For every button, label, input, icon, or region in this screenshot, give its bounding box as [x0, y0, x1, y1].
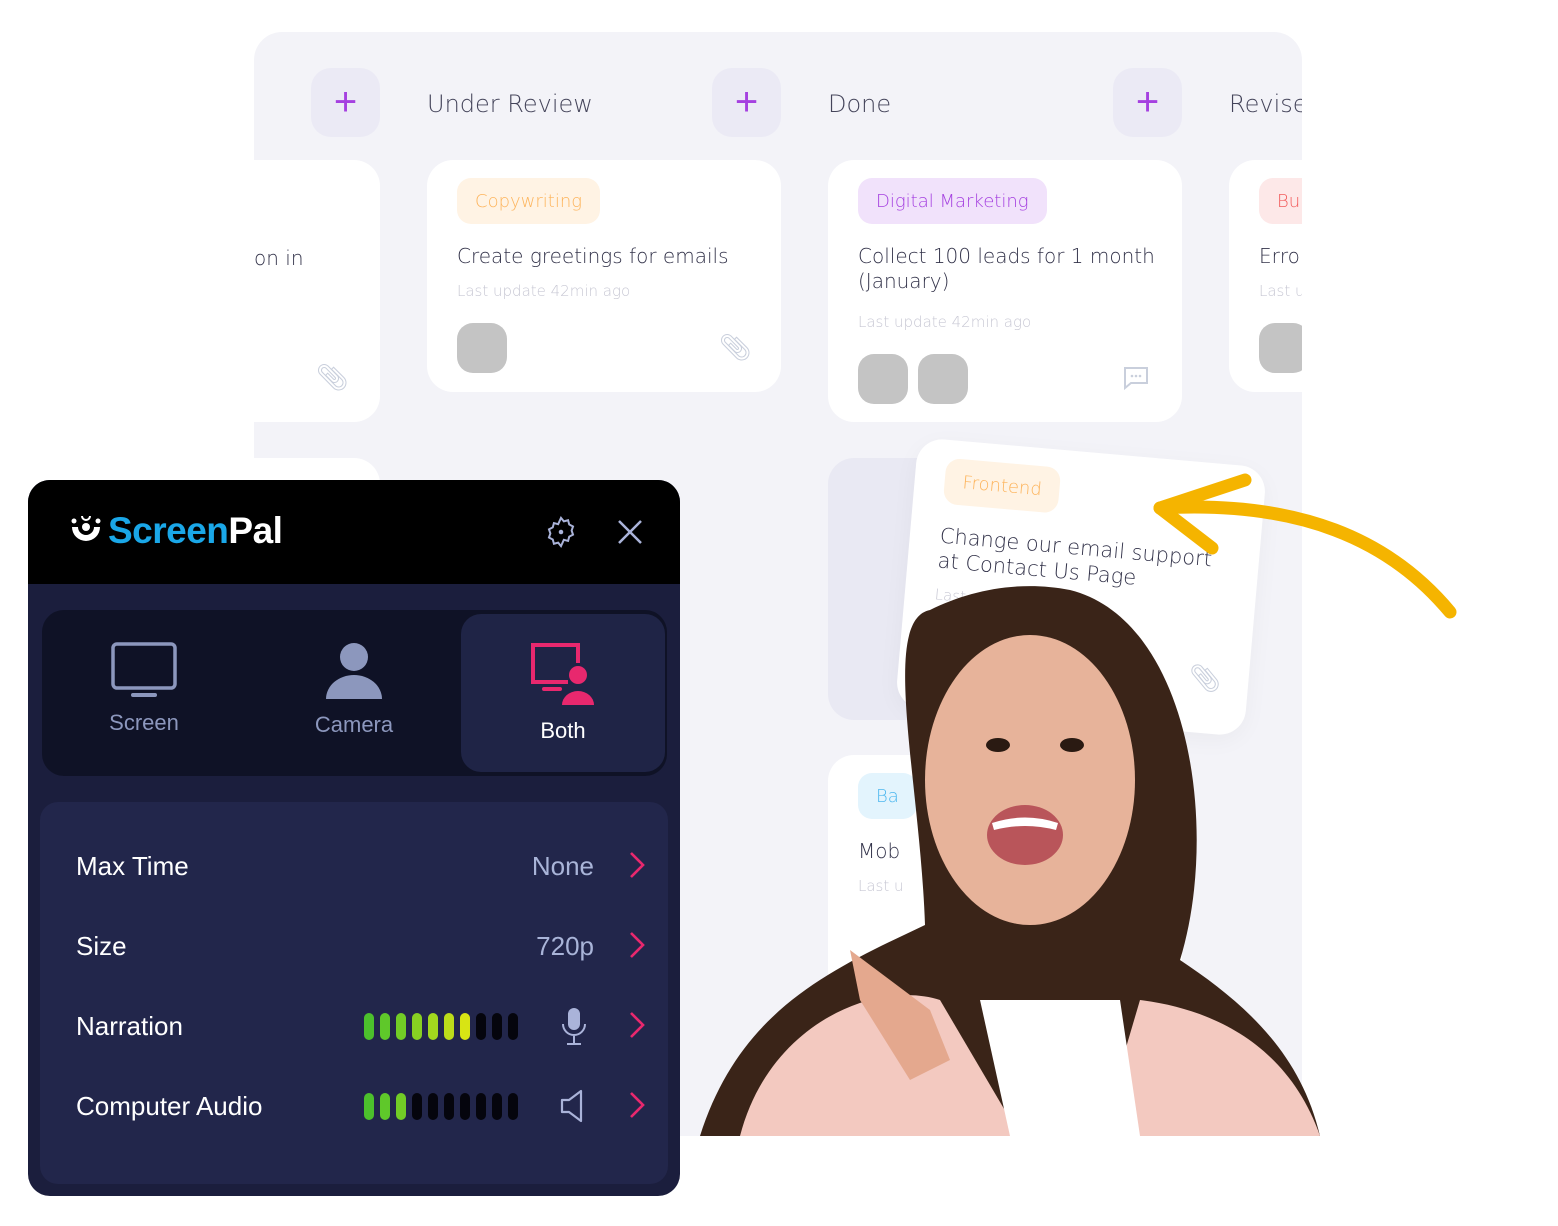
level-segment	[444, 1012, 454, 1040]
person-icon	[326, 643, 382, 699]
card-tag: Frontend	[942, 457, 1062, 514]
presenter-photo	[700, 586, 1320, 1136]
level-segment	[508, 1092, 518, 1120]
paperclip-icon: 📎︎	[316, 362, 350, 392]
add-card-button[interactable]: +	[1113, 68, 1182, 137]
card-title: Error	[1259, 244, 1302, 268]
avatar	[1259, 323, 1302, 373]
level-segment	[396, 1012, 406, 1040]
level-segment	[460, 1012, 470, 1040]
card-meta: Last update 42min ago	[457, 282, 631, 300]
task-card[interactable]: Digital Marketing Collect 100 leads for …	[828, 160, 1182, 422]
level-segment	[364, 1012, 374, 1040]
level-segment	[476, 1092, 486, 1120]
avatar	[858, 354, 908, 404]
card-tag: Digital Marketing	[858, 178, 1047, 224]
level-segment	[444, 1092, 454, 1120]
option-max-time[interactable]: Max Time None	[76, 846, 646, 886]
level-segment	[412, 1092, 422, 1120]
option-value: None	[531, 850, 594, 881]
card-meta: Last update 42min ago	[858, 313, 1032, 331]
card-meta: Last u	[1259, 282, 1302, 300]
avatar	[918, 354, 968, 404]
monitor-icon	[111, 642, 177, 697]
option-computer-audio[interactable]: Computer Audio	[76, 1086, 646, 1126]
add-card-button[interactable]: +	[712, 68, 781, 137]
option-value: 720p	[536, 930, 594, 961]
tab-label: Screen	[109, 710, 179, 735]
recording-options: Max Time None Size 720p Narration Comput…	[40, 802, 668, 1184]
tab-label: Both	[540, 718, 586, 743]
option-size[interactable]: Size 720p	[76, 926, 646, 966]
level-segment	[492, 1012, 502, 1040]
tab-both[interactable]: Both	[461, 614, 665, 772]
level-segment	[476, 1012, 486, 1040]
microphone-icon[interactable]	[560, 1006, 588, 1046]
avatar	[457, 323, 507, 373]
option-narration[interactable]: Narration	[76, 1006, 646, 1046]
card-tag: Copywriting	[457, 178, 601, 224]
logo-text-screen: Screen	[108, 510, 229, 551]
screenpal-recorder: Screen Pal Screen Camera Both Max Time No…	[28, 480, 680, 1196]
level-segment	[396, 1092, 406, 1120]
option-label: Computer Audio	[76, 1090, 263, 1121]
audio-level-meter	[364, 1092, 518, 1120]
task-card[interactable]: Bu Error Last u	[1229, 160, 1302, 392]
tab-label: Camera	[314, 712, 394, 737]
close-icon[interactable]	[616, 518, 644, 546]
tab-screen[interactable]: Screen	[42, 610, 246, 776]
plus-icon: +	[1135, 80, 1160, 124]
logo-icon	[71, 515, 101, 541]
level-segment	[428, 1012, 438, 1040]
paperclip-icon: 📎︎	[719, 332, 753, 362]
speaker-icon[interactable]	[560, 1088, 586, 1124]
gear-icon[interactable]	[544, 515, 578, 549]
chevron-right-icon[interactable]	[628, 1090, 646, 1120]
card-tag: Bu	[1259, 178, 1302, 224]
column-title: Done	[828, 90, 892, 118]
capture-mode-tabs: Screen Camera Both	[42, 610, 667, 776]
level-segment	[492, 1092, 502, 1120]
level-segment	[380, 1092, 390, 1120]
level-segment	[508, 1012, 518, 1040]
level-segment	[412, 1012, 422, 1040]
screenpal-logo: Screen Pal	[68, 510, 283, 552]
pointer-arrow	[1153, 473, 1457, 619]
plus-icon: +	[333, 80, 358, 124]
column-title: Under Review	[427, 90, 593, 118]
task-card[interactable]: on in 📎︎	[254, 160, 380, 422]
level-segment	[364, 1092, 374, 1120]
level-segment	[428, 1092, 438, 1120]
chevron-right-icon[interactable]	[628, 1010, 646, 1040]
task-card[interactable]: Copywriting Create greetings for emails …	[427, 160, 781, 392]
logo-text-pal: Pal	[228, 510, 283, 551]
option-label: Narration	[76, 1010, 183, 1041]
comment-icon	[1124, 367, 1148, 391]
card-title: Create greetings for emails	[457, 244, 729, 268]
card-title: on in	[254, 246, 304, 270]
narration-level-meter	[364, 1012, 518, 1040]
column-title: Revise	[1229, 90, 1302, 118]
chevron-right-icon[interactable]	[628, 930, 646, 960]
option-label: Size	[76, 930, 127, 961]
tab-camera[interactable]: Camera	[252, 610, 456, 776]
level-segment	[460, 1092, 470, 1120]
plus-icon: +	[734, 80, 759, 124]
card-title: Collect 100 leads for 1 month (January)	[858, 244, 1155, 293]
add-card-button[interactable]: +	[311, 68, 380, 137]
recorder-header: Screen Pal	[28, 480, 680, 584]
level-segment	[380, 1012, 390, 1040]
chevron-right-icon[interactable]	[628, 850, 646, 880]
option-label: Max Time	[76, 850, 189, 881]
monitor-person-icon	[531, 643, 594, 705]
